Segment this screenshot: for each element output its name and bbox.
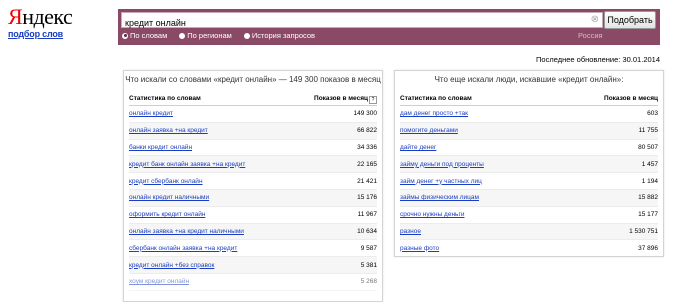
impressions-count: 37 896 (638, 244, 658, 252)
radio-icon[interactable] (179, 32, 186, 39)
impressions-count: 15 177 (638, 211, 658, 219)
mode-label: По регионам (187, 31, 232, 40)
table-row: онлайн заявка +на кредит 66 822 (129, 122, 377, 140)
last-updated-text: Последнее обновление: 30.01.2014 (536, 55, 660, 64)
phrase-link[interactable]: онлайн заявка +на кредит наличными (129, 228, 244, 235)
phrase-link[interactable]: хоум кредит онлайн (129, 278, 189, 285)
submit-button[interactable]: Подобрать (604, 11, 656, 29)
phrase-link[interactable]: дам денег просто +так (400, 110, 468, 117)
clear-icon[interactable]: ⊗ (591, 14, 599, 26)
table-row: онлайн кредит наличными 15 176 (129, 189, 377, 207)
impressions-count: 9 587 (360, 244, 377, 252)
table-body: дам денег просто +так 603 помогите деньга… (395, 106, 663, 256)
impressions-count: 15 882 (638, 194, 658, 202)
phrase-link[interactable]: займу деньги под проценты (400, 161, 484, 168)
impressions-count: 11 967 (357, 211, 377, 219)
impressions-count: 603 (647, 110, 658, 118)
phrase-link[interactable]: разное (400, 228, 421, 235)
radio-icon[interactable] (243, 32, 250, 39)
table-row: оформить кредит онлайн 11 967 (129, 207, 377, 224)
table-row: срочно нужны деньги 15 177 (400, 207, 658, 224)
also-searched-panel: Что еще искали люди, искавшие «кредит он… (394, 70, 664, 257)
impressions-count: 21 421 (357, 177, 377, 185)
phrase-link[interactable]: срочно нужны деньги (400, 211, 464, 218)
phrase-link[interactable]: займы физическим лицам (400, 194, 479, 201)
column-header-count: Показов в месяц (604, 95, 658, 102)
impressions-count: 5 268 (360, 278, 377, 286)
service-name-link[interactable]: подбор слов (8, 29, 72, 39)
phrase-link[interactable]: онлайн заявка +на кредит (129, 127, 208, 134)
impressions-count: 1 530 751 (629, 227, 658, 235)
phrase-link[interactable]: разные фото (400, 245, 439, 252)
phrase-link[interactable]: кредит онлайн +без справок (129, 262, 214, 269)
search-input-box: ⊗ (121, 12, 603, 30)
column-header-count: Показов в месяц? (314, 93, 377, 105)
impressions-count: 5 381 (360, 261, 377, 269)
mode-label: История запросов (251, 31, 315, 40)
impressions-count: 34 336 (357, 143, 377, 151)
phrase-link[interactable]: онлайн кредит наличными (129, 194, 209, 201)
impressions-count: 11 755 (638, 127, 658, 135)
search-mode-group: По словам По регионам История запросов (122, 31, 327, 40)
table-row: кредит банк онлайн заявка +на кредит 22 1… (129, 156, 377, 174)
table-header: Статистика по словам Показов в месяц? (129, 93, 377, 106)
mode-query-history[interactable]: История запросов (243, 31, 315, 40)
table-row: дам денег просто +так 603 (400, 106, 658, 123)
logo-wordmark: Яндекс (8, 4, 73, 29)
impressions-count: 1 457 (641, 160, 658, 168)
logo-first-letter: Я (8, 4, 23, 29)
table-row: банки кредит онлайн 34 336 (129, 140, 377, 157)
sort-icon[interactable]: ? (369, 96, 377, 104)
table-row: кредит сбербанк онлайн 21 421 (129, 173, 377, 190)
phrase-link[interactable]: дайте денег (400, 144, 436, 151)
table-row: онлайн кредит 149 300 (129, 106, 377, 123)
panel-title: Что искали со словами «кредит онлайн» — … (125, 75, 381, 84)
table-row: сбербанк онлайн заявка +на кредит 9 587 (129, 240, 377, 258)
column-header-phrase: Статистика по словам (400, 95, 472, 102)
table-body: онлайн кредит 149 300 онлайн заявка +на к… (124, 106, 382, 291)
region-link[interactable]: Россия (578, 31, 603, 40)
radio-icon-selected[interactable] (122, 32, 128, 39)
phrase-link[interactable]: сбербанк онлайн заявка +на кредит (129, 245, 237, 252)
phrase-link[interactable]: помогите деньгами (400, 127, 458, 134)
search-input[interactable] (122, 16, 585, 30)
search-bar: ⊗ Подобрать По словам По регионам Истори… (118, 9, 660, 45)
mode-label: По словам (130, 31, 168, 40)
phrase-link[interactable]: онлайн кредит (129, 110, 173, 117)
table-header: Статистика по словам Показов в месяц (400, 93, 658, 106)
table-row: разные фото 37 896 (400, 240, 658, 256)
impressions-count: 15 176 (357, 194, 377, 202)
panel-title: Что еще искали люди, искавшие «кредит он… (434, 75, 624, 84)
impressions-count: 66 822 (357, 127, 377, 135)
mode-by-words[interactable]: По словам (122, 31, 167, 40)
phrase-link[interactable]: банки кредит онлайн (129, 144, 192, 151)
impressions-count: 10 634 (357, 227, 377, 235)
impressions-count: 22 165 (357, 160, 377, 168)
phrase-link[interactable]: займ денег +у частных лиц (400, 178, 482, 185)
impressions-count: 149 300 (353, 110, 378, 118)
logo-rest: ндекс (22, 4, 73, 29)
table-row: дайте денег 80 507 (400, 140, 658, 157)
mode-by-regions[interactable]: По регионам (179, 31, 232, 40)
phrase-link[interactable]: оформить кредит онлайн (129, 211, 205, 218)
phrase-link[interactable]: кредит сбербанк онлайн (129, 178, 203, 185)
table-row: займы физическим лицам 15 882 (400, 189, 658, 207)
column-header-phrase: Статистика по словам (129, 95, 201, 102)
table-row: разное 1 530 751 (400, 223, 658, 241)
related-words-panel: Что искали со словами «кредит онлайн» — … (123, 70, 383, 302)
table-row: займ денег +у частных лиц 1 194 (400, 173, 658, 190)
yandex-logo[interactable]: Яндекс подбор слов (8, 4, 73, 40)
table-row: помогите деньгами 11 755 (400, 122, 658, 140)
table-row: хоум кредит онлайн 5 268 (129, 274, 377, 291)
phrase-link[interactable]: кредит банк онлайн заявка +на кредит (129, 161, 245, 168)
table-row: кредит онлайн +без справок 5 381 (129, 257, 377, 274)
table-row: займу деньги под проценты 1 457 (400, 156, 658, 174)
table-row: онлайн заявка +на кредит наличными 10 634 (129, 223, 377, 241)
impressions-count: 80 507 (638, 143, 658, 151)
impressions-count: 1 194 (641, 177, 658, 185)
